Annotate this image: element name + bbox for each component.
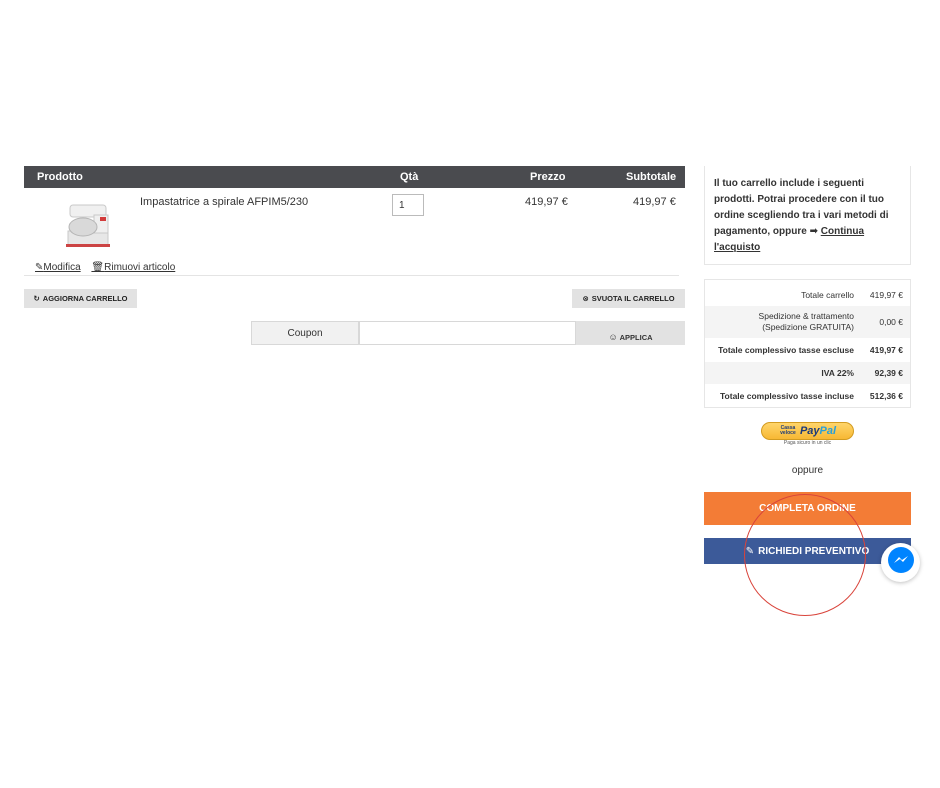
request-quote-button[interactable]: ✎ RICHIEDI PREVENTIVO xyxy=(704,538,911,564)
product-thumbnail[interactable] xyxy=(56,197,118,252)
product-subtotal: 419,97 € xyxy=(633,196,676,208)
paypal-subtitle: Paga sicuro in un clic xyxy=(783,440,832,446)
quantity-input[interactable]: 1 xyxy=(392,194,424,216)
row-divider xyxy=(24,275,679,276)
remove-link[interactable]: 🗑Rimuovi articolo xyxy=(91,262,175,273)
apply-coupon-button[interactable]: ☺ APPLICA xyxy=(576,321,685,345)
or-text: oppure xyxy=(791,465,824,476)
smile-icon: ☺ xyxy=(608,332,618,342)
header-price: Prezzo xyxy=(530,171,566,183)
coupon-label: Coupon xyxy=(251,321,359,345)
total-cart-row: Totale carrello 419,97 € xyxy=(801,290,903,300)
header-subtotal: Subtotale xyxy=(626,171,677,183)
shipping-row: Spedizione & trattamento (Spedizione GRA… xyxy=(705,306,910,338)
edit-link[interactable]: ✎Modifica xyxy=(35,262,81,273)
update-cart-button[interactable]: ↻ AGGIORNA CARRELLO xyxy=(24,289,137,308)
edit-icon: ✎ xyxy=(745,545,755,557)
paypal-logo: PayPal xyxy=(799,425,837,437)
cart-table-header: Prodotto Qtà Prezzo Subtotale xyxy=(24,166,685,188)
header-product: Prodotto xyxy=(37,171,83,183)
paypal-button[interactable]: Cassa veloce PayPal xyxy=(761,422,854,440)
total-excl-tax-row: Totale complessivo tasse escluse 419,97 … xyxy=(718,345,903,355)
totals-table: Totale carrello 419,97 € Spedizione & tr… xyxy=(704,279,911,408)
refresh-icon: ↻ xyxy=(33,294,40,303)
product-price: 419,97 € xyxy=(525,196,568,208)
paypal-small-label: Cassa veloce xyxy=(780,425,796,436)
total-incl-tax-row: Totale complessivo tasse incluse 512,36 … xyxy=(719,391,903,401)
header-qty: Qtà xyxy=(400,171,419,183)
arrow-icon: ➡ xyxy=(809,226,818,237)
trash-icon: 🗑 xyxy=(91,262,105,273)
close-circle-icon: ⊗ xyxy=(582,294,589,303)
empty-cart-button[interactable]: ⊗ SVUOTA IL CARRELLO xyxy=(572,289,685,308)
messenger-icon xyxy=(886,545,916,580)
complete-order-button[interactable]: COMPLETA ORDINE xyxy=(704,492,911,525)
coupon-input[interactable] xyxy=(359,321,576,345)
cart-info-box: Il tuo carrello include i seguenti prodo… xyxy=(704,166,911,265)
product-name[interactable]: Impastatrice a spirale AFPIM5/230 xyxy=(140,196,308,208)
messenger-chat-button[interactable] xyxy=(881,543,920,582)
vat-row: IVA 22% 92,39 € xyxy=(705,362,910,384)
row-actions: ✎Modifica 🗑Rimuovi articolo xyxy=(35,262,183,273)
